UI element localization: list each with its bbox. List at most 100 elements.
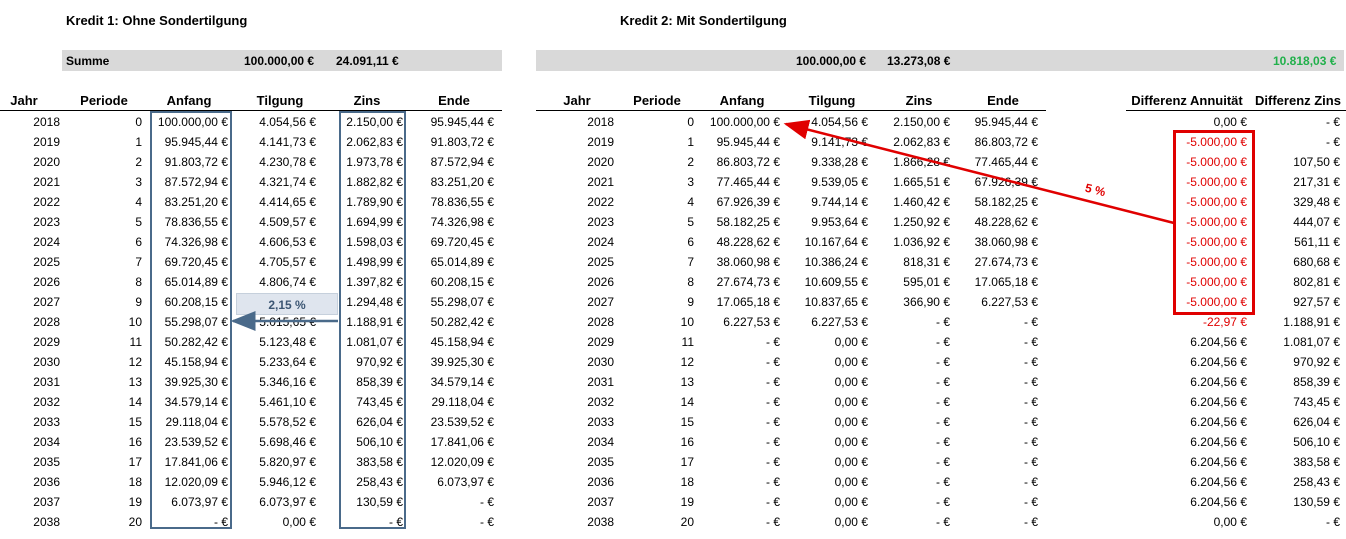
cell-dz[interactable]: 743,45 € — [1293, 395, 1340, 409]
cell-periode[interactable]: 18 — [129, 475, 142, 489]
cell-a2[interactable]: - € — [766, 335, 780, 349]
cell-a2[interactable]: - € — [766, 375, 780, 389]
cell-t1[interactable]: 5.123,48 € — [259, 335, 316, 349]
cell-periode[interactable]: 3 — [135, 175, 142, 189]
cell-t2[interactable]: 0,00 € — [835, 495, 868, 509]
cell-z2[interactable]: 1.665,51 € — [893, 175, 950, 189]
cell-z2[interactable]: 818,31 € — [903, 255, 950, 269]
cell-a2[interactable]: 67.926,39 € — [717, 195, 780, 209]
cell-t2[interactable]: 0,00 € — [835, 455, 868, 469]
cell-dz[interactable]: 444,07 € — [1293, 215, 1340, 229]
cell-jahr2[interactable]: 2028 — [587, 315, 614, 329]
cell-t2[interactable]: 9.744,14 € — [811, 195, 868, 209]
cell-da[interactable]: 6.204,56 € — [1190, 495, 1247, 509]
cell-da[interactable]: -22,97 € — [1203, 315, 1247, 329]
cell-a2[interactable]: - € — [766, 455, 780, 469]
cell-jahr[interactable]: 2022 — [33, 195, 60, 209]
cell-a2[interactable]: 86.803,72 € — [717, 155, 780, 169]
cell-dz[interactable]: 927,57 € — [1293, 295, 1340, 309]
cell-jahr2[interactable]: 2037 — [587, 495, 614, 509]
cell-a2[interactable]: - € — [766, 395, 780, 409]
cell-jahr[interactable]: 2031 — [33, 375, 60, 389]
cell-jahr[interactable]: 2018 — [33, 115, 60, 129]
cell-z2[interactable]: 1.036,92 € — [893, 235, 950, 249]
cell-z2[interactable]: - € — [936, 315, 950, 329]
cell-t2[interactable]: 10.386,24 € — [805, 255, 868, 269]
cell-e1[interactable]: 39.925,30 € — [431, 355, 494, 369]
cell-periode2[interactable]: 8 — [687, 275, 694, 289]
cell-e2[interactable]: - € — [1024, 415, 1038, 429]
cell-e1[interactable]: 69.720,45 € — [431, 235, 494, 249]
cell-jahr[interactable]: 2025 — [33, 255, 60, 269]
cell-periode2[interactable]: 18 — [681, 475, 694, 489]
cell-a2[interactable]: 17.065,18 € — [717, 295, 780, 309]
summary-k2-zins[interactable]: 13.273,08 € — [887, 54, 950, 68]
cell-e2[interactable]: - € — [1024, 455, 1038, 469]
cell-dz[interactable]: - € — [1326, 115, 1340, 129]
cell-dz[interactable]: 802,81 € — [1293, 275, 1340, 289]
cell-jahr2[interactable]: 2033 — [587, 415, 614, 429]
cell-e2[interactable]: 58.182,25 € — [975, 195, 1038, 209]
cell-periode2[interactable]: 11 — [682, 335, 694, 349]
cell-t2[interactable]: 6.227,53 € — [811, 315, 868, 329]
cell-t2[interactable]: 9.953,64 € — [811, 215, 868, 229]
cell-t1[interactable]: 4.606,53 € — [259, 235, 316, 249]
cell-t1[interactable]: 5.698,46 € — [259, 435, 316, 449]
cell-periode[interactable]: 8 — [135, 275, 142, 289]
cell-t1[interactable]: 4.321,74 € — [259, 175, 316, 189]
cell-t2[interactable]: 10.167,64 € — [805, 235, 868, 249]
cell-periode2[interactable]: 0 — [687, 115, 694, 129]
cell-t1[interactable]: 5.946,12 € — [259, 475, 316, 489]
cell-periode2[interactable]: 20 — [681, 515, 694, 529]
cell-periode[interactable]: 4 — [135, 195, 142, 209]
cell-periode[interactable]: 7 — [135, 255, 142, 269]
cell-e1[interactable]: 50.282,42 € — [431, 315, 494, 329]
cell-periode2[interactable]: 12 — [681, 355, 694, 369]
cell-a2[interactable]: - € — [766, 475, 780, 489]
cell-da[interactable]: 6.204,56 € — [1190, 375, 1247, 389]
cell-dz[interactable]: 258,43 € — [1293, 475, 1340, 489]
cell-a2[interactable]: 48.228,62 € — [717, 235, 780, 249]
cell-t2[interactable]: 0,00 € — [835, 335, 868, 349]
cell-jahr2[interactable]: 2023 — [587, 215, 614, 229]
summary-k1-zins[interactable]: 24.091,11 € — [336, 54, 399, 68]
cell-jahr2[interactable]: 2025 — [587, 255, 614, 269]
cell-a2[interactable]: - € — [766, 515, 780, 529]
cell-jahr2[interactable]: 2031 — [587, 375, 614, 389]
cell-jahr2[interactable]: 2032 — [587, 395, 614, 409]
cell-periode[interactable]: 15 — [129, 415, 142, 429]
cell-e1[interactable]: 23.539,52 € — [431, 415, 494, 429]
cell-da[interactable]: 6.204,56 € — [1190, 355, 1247, 369]
cell-e1[interactable]: 6.073,97 € — [437, 475, 494, 489]
cell-e2[interactable]: 48.228,62 € — [975, 215, 1038, 229]
cell-jahr2[interactable]: 2020 — [587, 155, 614, 169]
cell-e1[interactable]: 78.836,55 € — [431, 195, 494, 209]
cell-jahr[interactable]: 2032 — [33, 395, 60, 409]
cell-t1[interactable]: 4.509,57 € — [259, 215, 316, 229]
cell-periode2[interactable]: 14 — [681, 395, 694, 409]
cell-t2[interactable]: 9.539,05 € — [811, 175, 868, 189]
cell-jahr2[interactable]: 2022 — [587, 195, 614, 209]
cell-e1[interactable]: 65.014,89 € — [431, 255, 494, 269]
cell-z2[interactable]: - € — [936, 335, 950, 349]
cell-dz[interactable]: 858,39 € — [1293, 375, 1340, 389]
cell-jahr2[interactable]: 2035 — [587, 455, 614, 469]
summary-differenz[interactable]: 10.818,03 € — [1273, 54, 1336, 68]
cell-a2[interactable]: 100.000,00 € — [710, 115, 780, 129]
cell-a2[interactable]: - € — [766, 435, 780, 449]
cell-periode[interactable]: 19 — [129, 495, 142, 509]
cell-da[interactable]: 0,00 € — [1214, 515, 1247, 529]
cell-t2[interactable]: 0,00 € — [835, 515, 868, 529]
cell-z2[interactable]: - € — [936, 395, 950, 409]
cell-jahr2[interactable]: 2021 — [587, 175, 614, 189]
cell-t1[interactable]: 4.414,65 € — [259, 195, 316, 209]
cell-periode[interactable]: 14 — [129, 395, 142, 409]
cell-z2[interactable]: - € — [936, 375, 950, 389]
cell-e2[interactable]: - € — [1024, 515, 1038, 529]
cell-da[interactable]: 6.204,56 € — [1190, 335, 1247, 349]
cell-jahr[interactable]: 2021 — [33, 175, 60, 189]
cell-dz[interactable]: 217,31 € — [1293, 175, 1340, 189]
cell-da[interactable]: 6.204,56 € — [1190, 475, 1247, 489]
cell-e2[interactable]: - € — [1024, 495, 1038, 509]
cell-jahr2[interactable]: 2027 — [587, 295, 614, 309]
